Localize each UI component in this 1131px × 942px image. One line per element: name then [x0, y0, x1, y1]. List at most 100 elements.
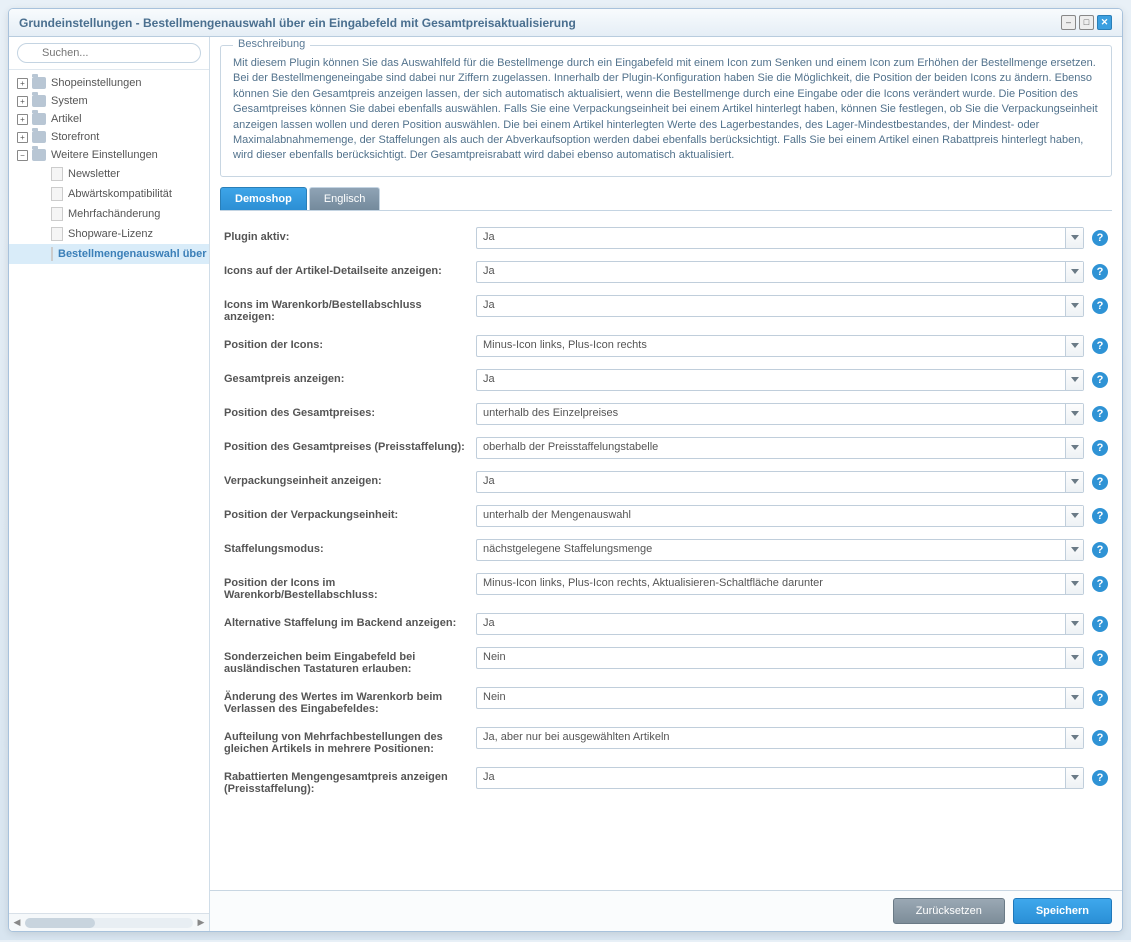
- sidebar-item-label: Shopeinstellungen: [51, 77, 142, 89]
- form-row: Staffelungsmodus:nächstgelegene Staffelu…: [224, 539, 1108, 561]
- select-input[interactable]: Nein: [476, 647, 1084, 669]
- sidebar-item-abwaertskompatibilitaet[interactable]: Abwärtskompatibilität: [9, 184, 209, 204]
- select-value: Nein: [477, 688, 1065, 708]
- sidebar-item-newsletter[interactable]: Newsletter: [9, 164, 209, 184]
- horizontal-scrollbar[interactable]: ◀ ▶: [9, 913, 209, 931]
- help-icon[interactable]: ?: [1092, 616, 1108, 632]
- description-text: Mit diesem Plugin können Sie das Auswahl…: [233, 56, 1099, 164]
- scroll-thumb[interactable]: [25, 918, 95, 928]
- help-icon[interactable]: ?: [1092, 730, 1108, 746]
- select-input[interactable]: Ja: [476, 613, 1084, 635]
- select-input[interactable]: Ja: [476, 227, 1084, 249]
- nav-tree: + Shopeinstellungen + System + Artikel +: [9, 70, 209, 913]
- minimize-button[interactable]: –: [1061, 15, 1076, 30]
- select-input[interactable]: Ja: [476, 261, 1084, 283]
- select-input[interactable]: Minus-Icon links, Plus-Icon rechts: [476, 335, 1084, 357]
- config-window: Grundeinstellungen - Bestellmengenauswah…: [8, 8, 1123, 932]
- expand-icon[interactable]: +: [17, 132, 28, 143]
- chevron-down-icon[interactable]: [1065, 336, 1083, 356]
- folder-icon: [32, 95, 46, 107]
- expand-icon[interactable]: +: [17, 114, 28, 125]
- select-value: Nein: [477, 648, 1065, 668]
- help-icon[interactable]: ?: [1092, 690, 1108, 706]
- chevron-down-icon[interactable]: [1065, 296, 1083, 316]
- sidebar-item-mehrfachaenderung[interactable]: Mehrfachänderung: [9, 204, 209, 224]
- sidebar-item-system[interactable]: + System: [9, 92, 209, 110]
- select-input[interactable]: Ja: [476, 295, 1084, 317]
- select-input[interactable]: oberhalb der Preisstaffelungstabelle: [476, 437, 1084, 459]
- help-icon[interactable]: ?: [1092, 474, 1108, 490]
- select-input[interactable]: nächstgelegene Staffelungsmenge: [476, 539, 1084, 561]
- select-input[interactable]: Ja: [476, 471, 1084, 493]
- field-label: Sonderzeichen beim Eingabefeld bei auslä…: [224, 647, 476, 675]
- select-input[interactable]: unterhalb der Mengenauswahl: [476, 505, 1084, 527]
- chevron-down-icon[interactable]: [1065, 614, 1083, 634]
- field-control: Ja?: [476, 261, 1108, 283]
- chevron-down-icon[interactable]: [1065, 648, 1083, 668]
- select-value: unterhalb des Einzelpreises: [477, 404, 1065, 424]
- chevron-down-icon[interactable]: [1065, 768, 1083, 788]
- help-icon[interactable]: ?: [1092, 338, 1108, 354]
- sidebar-item-weitere-einstellungen[interactable]: − Weitere Einstellungen: [9, 146, 209, 164]
- select-input[interactable]: Nein: [476, 687, 1084, 709]
- select-input[interactable]: unterhalb des Einzelpreises: [476, 403, 1084, 425]
- chevron-down-icon[interactable]: [1065, 262, 1083, 282]
- collapse-icon[interactable]: −: [17, 150, 28, 161]
- reset-button[interactable]: Zurücksetzen: [893, 898, 1005, 924]
- help-icon[interactable]: ?: [1092, 576, 1108, 592]
- expand-icon[interactable]: +: [17, 96, 28, 107]
- search-input[interactable]: [17, 43, 201, 63]
- chevron-down-icon[interactable]: [1065, 540, 1083, 560]
- form-row: Alternative Staffelung im Backend anzeig…: [224, 613, 1108, 635]
- maximize-button[interactable]: □: [1079, 15, 1094, 30]
- form-row: Icons im Warenkorb/Bestellabschluss anze…: [224, 295, 1108, 323]
- chevron-down-icon[interactable]: [1065, 574, 1083, 594]
- sidebar-item-label: Abwärtskompatibilität: [68, 188, 172, 200]
- help-icon[interactable]: ?: [1092, 298, 1108, 314]
- form-row: Rabattierten Mengengesamtpreis anzeigen …: [224, 767, 1108, 795]
- titlebar: Grundeinstellungen - Bestellmengenauswah…: [9, 9, 1122, 37]
- close-button[interactable]: ✕: [1097, 15, 1112, 30]
- sidebar-item-shopware-lizenz[interactable]: Shopware-Lizenz: [9, 224, 209, 244]
- help-icon[interactable]: ?: [1092, 440, 1108, 456]
- help-icon[interactable]: ?: [1092, 508, 1108, 524]
- chevron-down-icon[interactable]: [1065, 688, 1083, 708]
- help-icon[interactable]: ?: [1092, 372, 1108, 388]
- scroll-track[interactable]: [25, 918, 193, 928]
- form-row: Änderung des Wertes im Warenkorb beim Ve…: [224, 687, 1108, 715]
- select-input[interactable]: Minus-Icon links, Plus-Icon rechts, Aktu…: [476, 573, 1084, 595]
- field-label: Icons auf der Artikel-Detailseite anzeig…: [224, 261, 476, 277]
- help-icon[interactable]: ?: [1092, 406, 1108, 422]
- select-input[interactable]: Ja, aber nur bei ausgewählten Artikeln: [476, 727, 1084, 749]
- chevron-down-icon[interactable]: [1065, 228, 1083, 248]
- field-control: oberhalb der Preisstaffelungstabelle?: [476, 437, 1108, 459]
- field-label: Staffelungsmodus:: [224, 539, 476, 555]
- select-input[interactable]: Ja: [476, 369, 1084, 391]
- scroll-left-icon[interactable]: ◀: [9, 917, 25, 928]
- sidebar-item-shopeinstellungen[interactable]: + Shopeinstellungen: [9, 74, 209, 92]
- sidebar-item-storefront[interactable]: + Storefront: [9, 128, 209, 146]
- tab-demoshop[interactable]: Demoshop: [220, 187, 307, 210]
- expand-icon[interactable]: +: [17, 78, 28, 89]
- scroll-right-icon[interactable]: ▶: [193, 917, 209, 928]
- chevron-down-icon[interactable]: [1065, 404, 1083, 424]
- chevron-down-icon[interactable]: [1065, 370, 1083, 390]
- help-icon[interactable]: ?: [1092, 770, 1108, 786]
- chevron-down-icon[interactable]: [1065, 472, 1083, 492]
- chevron-down-icon[interactable]: [1065, 506, 1083, 526]
- form-row: Position der Icons:Minus-Icon links, Plu…: [224, 335, 1108, 357]
- help-icon[interactable]: ?: [1092, 542, 1108, 558]
- sidebar-item-artikel[interactable]: + Artikel: [9, 110, 209, 128]
- folder-icon: [32, 131, 46, 143]
- tab-englisch[interactable]: Englisch: [309, 187, 381, 210]
- folder-icon: [32, 77, 46, 89]
- select-value: Ja, aber nur bei ausgewählten Artikeln: [477, 728, 1065, 748]
- help-icon[interactable]: ?: [1092, 264, 1108, 280]
- save-button[interactable]: Speichern: [1013, 898, 1112, 924]
- help-icon[interactable]: ?: [1092, 230, 1108, 246]
- select-input[interactable]: Ja: [476, 767, 1084, 789]
- chevron-down-icon[interactable]: [1065, 728, 1083, 748]
- sidebar-item-bestellmengenauswahl[interactable]: Bestellmengenauswahl über e: [9, 244, 209, 264]
- help-icon[interactable]: ?: [1092, 650, 1108, 666]
- chevron-down-icon[interactable]: [1065, 438, 1083, 458]
